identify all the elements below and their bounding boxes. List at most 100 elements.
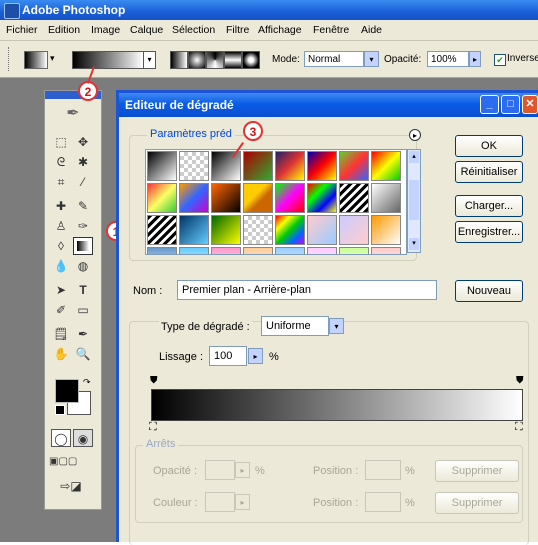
brush-tool-icon[interactable]: ✎ (73, 197, 93, 215)
opacity-stop-left-icon[interactable]: ⛊ (150, 375, 158, 386)
color-stop-right-icon[interactable]: ⛶ (515, 421, 523, 434)
stop-color-delete-button[interactable]: Supprimer (435, 492, 519, 514)
magic-wand-tool-icon[interactable]: ✱ (73, 153, 93, 171)
gradient-bar[interactable] (151, 389, 523, 421)
preset-swatch[interactable] (371, 151, 401, 181)
preset-swatch[interactable] (211, 247, 241, 254)
scroll-down-icon[interactable]: ▾ (409, 238, 419, 250)
preset-swatch[interactable] (371, 183, 401, 213)
preset-swatch[interactable] (179, 215, 209, 245)
menu-affichage[interactable]: Affichage (258, 24, 302, 36)
gradient-preview[interactable] (72, 51, 144, 69)
preset-swatch[interactable] (339, 151, 369, 181)
preset-swatch[interactable] (243, 215, 273, 245)
stop-color-swatch[interactable] (205, 492, 235, 512)
preset-swatch[interactable] (371, 215, 401, 245)
move-tool-icon[interactable]: ✥ (73, 133, 93, 151)
pen-tool-icon[interactable]: ✐ (51, 301, 71, 319)
menu-fichier[interactable]: Fichier (6, 24, 38, 36)
shape-tool-icon[interactable]: ▭ (73, 301, 93, 319)
preset-swatch[interactable] (307, 151, 337, 181)
tool-preset-icon[interactable] (24, 51, 48, 69)
mode-select[interactable]: Normal (304, 51, 364, 67)
stop-color-arrow-icon[interactable]: ▸ (235, 494, 250, 510)
color-stop-left-icon[interactable]: ⛶ (149, 421, 157, 434)
blur-tool-icon[interactable]: 💧 (51, 257, 71, 275)
quick-mask-icon[interactable]: ◉ (73, 429, 93, 447)
menu-calque[interactable]: Calque (130, 24, 163, 36)
screen-mode-icon[interactable]: ▣▢▢ (49, 453, 77, 471)
lasso-tool-icon[interactable]: ᘓ (51, 153, 71, 171)
opacity-arrow-icon[interactable]: ▸ (469, 51, 481, 67)
preset-swatch[interactable] (243, 151, 273, 181)
smooth-arrow-icon[interactable]: ▸ (248, 348, 263, 364)
preset-swatch[interactable] (147, 151, 177, 181)
preset-swatch[interactable] (307, 247, 337, 254)
name-input[interactable]: Premier plan - Arrière-plan (177, 280, 437, 300)
angle-gradient-icon[interactable] (206, 51, 224, 69)
preset-swatch[interactable] (275, 151, 305, 181)
linear-gradient-icon[interactable] (170, 51, 188, 69)
preset-swatch[interactable] (275, 247, 305, 254)
radial-gradient-icon[interactable] (188, 51, 206, 69)
ok-button[interactable]: OK (455, 135, 523, 157)
preset-swatch[interactable] (211, 151, 241, 181)
preset-swatch[interactable] (243, 183, 273, 213)
preset-swatch[interactable] (243, 247, 273, 254)
gradient-dropdown-icon[interactable]: ▾ (143, 51, 156, 69)
preset-swatch[interactable] (147, 215, 177, 245)
stop-opacity-input[interactable] (205, 460, 235, 480)
stop-opacity-arrow-icon[interactable]: ▸ (235, 462, 250, 478)
stop-color-position-input[interactable] (365, 492, 401, 512)
new-button[interactable]: Nouveau (455, 280, 523, 302)
preset-swatch[interactable] (147, 247, 177, 254)
preset-swatch[interactable] (275, 183, 305, 213)
stop-opacity-position-input[interactable] (365, 460, 401, 480)
slice-tool-icon[interactable]: ⁄ (73, 173, 93, 191)
smooth-input[interactable]: 100 (209, 346, 247, 366)
minimize-icon[interactable]: _ (480, 95, 499, 114)
crop-tool-icon[interactable]: ⌗ (51, 173, 71, 191)
preset-swatch[interactable] (339, 183, 369, 213)
stop-opacity-delete-button[interactable]: Supprimer (435, 460, 519, 482)
preset-swatch[interactable] (179, 151, 209, 181)
maximize-icon[interactable]: □ (501, 95, 520, 114)
eraser-tool-icon[interactable]: ◊ (51, 237, 71, 255)
type-dropdown-icon[interactable]: ▾ (329, 318, 344, 334)
notes-tool-icon[interactable]: 🗒 (51, 325, 71, 343)
preset-swatch[interactable] (147, 183, 177, 213)
preset-swatch[interactable] (307, 183, 337, 213)
reset-button[interactable]: Réinitialiser (455, 161, 523, 183)
menu-aide[interactable]: Aide (361, 24, 382, 36)
dodge-tool-icon[interactable]: ◍ (73, 257, 93, 275)
diamond-gradient-icon[interactable] (242, 51, 260, 69)
scroll-thumb[interactable] (409, 180, 419, 220)
scroll-up-icon[interactable]: ▴ (409, 151, 419, 163)
menu-filtre[interactable]: Filtre (226, 24, 249, 36)
hand-tool-icon[interactable]: ✋ (51, 345, 71, 363)
opacity-stop-right-icon[interactable]: ⛊ (516, 375, 524, 386)
default-colors-icon[interactable] (55, 405, 65, 415)
mode-dropdown-icon[interactable]: ▾ (364, 51, 379, 67)
standard-mode-icon[interactable]: ◯ (51, 429, 71, 447)
type-select[interactable]: Uniforme (261, 316, 329, 336)
presets-menu-icon[interactable]: ▸ (409, 129, 421, 141)
type-tool-icon[interactable]: T (73, 281, 93, 299)
preset-swatch[interactable] (179, 183, 209, 213)
preset-swatch[interactable] (339, 247, 369, 254)
menu-selection[interactable]: Sélection (172, 24, 215, 36)
preset-swatch[interactable] (307, 215, 337, 245)
swap-colors-icon[interactable]: ↷ (83, 377, 91, 388)
load-button[interactable]: Charger... (455, 195, 523, 217)
eyedropper-tool-icon[interactable]: ✒ (73, 325, 93, 343)
jump-to-imageready-icon[interactable]: ⇨◪ (51, 477, 91, 495)
inverse-checkbox[interactable]: ✔ (494, 54, 506, 66)
zoom-tool-icon[interactable]: 🔍 (73, 345, 93, 363)
gradient-tool-icon[interactable] (73, 237, 93, 255)
save-button[interactable]: Enregistrer... (455, 221, 523, 243)
marquee-tool-icon[interactable]: ⬚ (51, 133, 71, 151)
preset-swatch[interactable] (179, 247, 209, 254)
menu-fenetre[interactable]: Fenêtre (313, 24, 349, 36)
preset-swatch[interactable] (275, 215, 305, 245)
tool-preset-arrow-icon[interactable]: ▾ (50, 53, 55, 64)
